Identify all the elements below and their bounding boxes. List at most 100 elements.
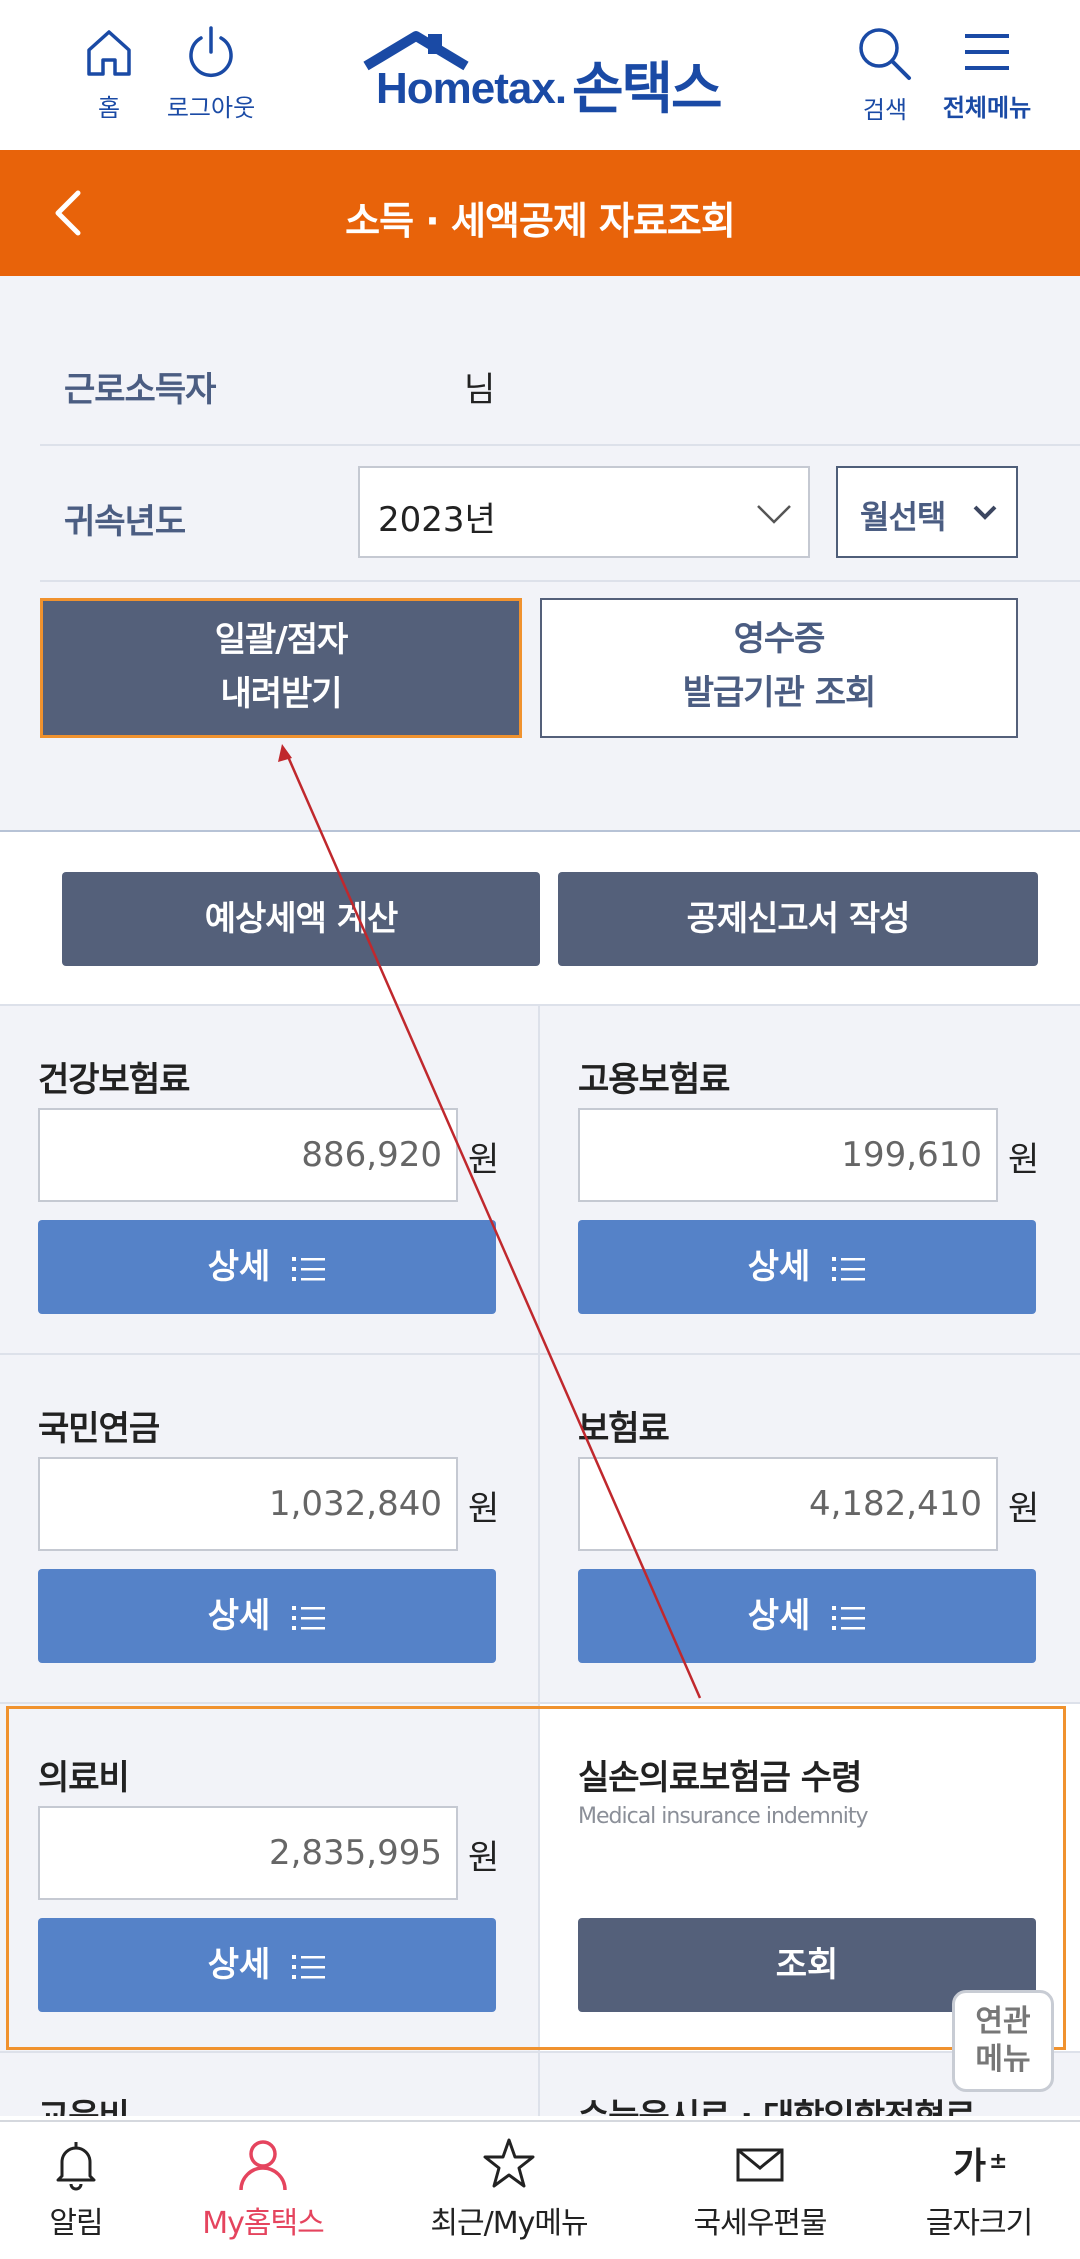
receipt-line2: 발급기관 조회 [682,673,877,713]
won-unit: 원 [468,1140,500,1180]
deduction-grid: 건강보험료 886,920 원 상세 고용보험료 199,610 원 상세 국민… [0,1006,1080,2116]
app-header: 홈 로그아웃 Hometax. 손택스 검색 전체메뉴 [0,0,1080,150]
home-icon [87,30,131,76]
worker-label: 근로소득자 [64,370,216,410]
logout-label: 로그아웃 [166,94,256,122]
cell-title: 교육비 [38,2089,130,2116]
page-title: 소득 · 세액공제 자료조회 [345,199,736,243]
employment-insurance-card: 고용보험료 199,610 원 상세 [538,1006,1080,1355]
nav-label: 알림 [49,2206,103,2241]
detail-button[interactable]: 상세 [38,1220,496,1314]
detail-button[interactable]: 상세 [38,1569,496,1663]
receipt-issuer-button[interactable]: 영수증 발급기관 조회 [540,598,1018,738]
divider [40,580,1080,582]
won-unit: 원 [468,1838,500,1878]
nav-alerts[interactable]: 알림 [26,2134,126,2242]
logo-wordmark: Hometax. [376,64,567,113]
title-bar: 소득 · 세액공제 자료조회 [0,150,1080,276]
bulk-download-line1: 일괄/점자 [214,620,349,660]
nav-font-size[interactable]: 가 ± 글자크기 [914,2134,1044,2242]
star-icon [483,2138,535,2188]
cell-title: 건강보험료 [38,1060,190,1100]
mail-icon [736,2148,784,2182]
bell-icon [56,2142,96,2191]
detail-label: 상세 [747,1247,811,1287]
home-label: 홈 [97,94,121,122]
detail-label: 상세 [207,1945,271,1985]
hometax-logo[interactable]: Hometax. 손택스 [362,30,723,122]
chevron-down-icon [757,505,791,524]
cell-title: 고용보험료 [578,1060,730,1100]
search-button[interactable]: 검색 [830,24,940,125]
home-button[interactable]: 홈 [54,24,164,123]
insurance-premium-card: 보험료 4,182,410 원 상세 [538,1355,1080,1704]
divider [40,444,1080,446]
bulk-download-line2: 내려받기 [220,674,342,714]
amount-field: 886,920 [38,1108,458,1202]
related-line2: 메뉴 [975,2042,1031,2077]
worker-name-suffix: 님 [464,370,496,410]
detail-label: 상세 [207,1596,271,1636]
nav-tax-mail[interactable]: 국세우편물 [688,2134,832,2242]
bottom-nav: 알림 My홈택스 최근/My메뉴 국세우편물 가 ± 글자크기 [0,2120,1080,2259]
receipt-line1: 영수증 [733,619,826,659]
list-icon [292,1954,326,1979]
won-unit: 원 [1008,1140,1040,1180]
nav-label: 글자크기 [925,2206,1033,2241]
related-line1: 연관 [975,2004,1031,2039]
month-select-button[interactable]: 월선택 [836,466,1018,558]
won-unit: 원 [468,1489,500,1529]
detail-label: 상세 [747,1596,811,1636]
nav-label: 최근/My메뉴 [430,2206,588,2241]
month-label: 월선택 [860,498,946,536]
nav-label: 국세우편물 [693,2206,828,2241]
education-card: 교육비 [0,2053,538,2116]
amount-field: 199,610 [578,1108,998,1202]
cell-title: 보험료 [578,1409,670,1449]
medical-expense-card: 의료비 2,835,995 원 상세 [0,1704,538,2053]
year-value: 2023년 [378,500,496,540]
nav-label: My홈택스 [202,2206,324,2241]
all-menu-button[interactable]: 전체메뉴 [932,24,1042,123]
list-icon [292,1256,326,1281]
estimate-tax-button[interactable]: 예상세액 계산 [62,872,540,966]
list-icon [292,1605,326,1630]
nav-recent-menu[interactable]: 최근/My메뉴 [424,2134,594,2242]
year-label: 귀속년도 [64,502,186,542]
list-icon [832,1256,866,1281]
hamburger-icon [965,34,1009,70]
detail-button[interactable]: 상세 [578,1569,1036,1663]
indemnity-title: 실손의료보험금 수령 [578,1758,862,1798]
power-icon [189,26,233,77]
bulk-download-button[interactable]: 일괄/점자 내려받기 [40,598,522,738]
info-panel: 근로소득자 님 귀속년도 2023년 월선택 일괄/점자 내려받기 영수증 발급… [0,276,1080,832]
detail-button[interactable]: 상세 [578,1220,1036,1314]
national-pension-card: 국민연금 1,032,840 원 상세 [0,1355,538,1704]
svg-text:±: ± [989,2149,1007,2174]
cell-title: 수능응시료 · 대학입학전형료 [578,2089,976,2116]
health-insurance-card: 건강보험료 886,920 원 상세 [0,1006,538,1355]
amount-field: 1,032,840 [38,1457,458,1551]
list-icon [832,1605,866,1630]
cell-title: 의료비 [38,1758,130,1798]
font-size-icon: 가 ± [953,2146,1007,2187]
nav-my-hometax[interactable]: My홈택스 [194,2134,332,2242]
svg-text:가: 가 [953,2146,986,2187]
logo-korean: 손택스 [572,57,723,122]
all-menu-label: 전체메뉴 [942,94,1032,122]
won-unit: 원 [1008,1489,1040,1529]
detail-label: 상세 [207,1247,271,1287]
indemnity-subtitle: Medical insurance indemnity [578,1804,869,1829]
deduction-report-button[interactable]: 공제신고서 작성 [558,872,1038,966]
amount-field: 2,835,995 [38,1806,458,1900]
cell-title: 국민연금 [38,1409,160,1449]
logout-button[interactable]: 로그아웃 [156,24,266,123]
related-menu-button[interactable]: 연관 메뉴 [952,1990,1054,2092]
action-strip: 예상세액 계산 공제신고서 작성 [0,832,1080,1006]
person-icon [239,2140,287,2191]
search-icon [859,28,911,80]
search-label: 검색 [862,96,908,124]
amount-field: 4,182,410 [578,1457,998,1551]
detail-button[interactable]: 상세 [38,1918,496,2012]
year-select[interactable]: 2023년 [358,466,810,558]
